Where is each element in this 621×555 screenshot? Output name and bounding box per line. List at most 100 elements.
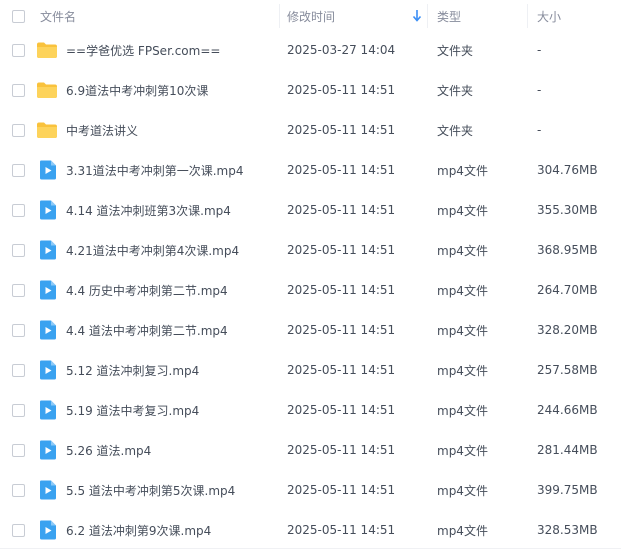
file-name[interactable]: 4.14 道法冲刺班第3次课.mp4 — [66, 202, 231, 219]
file-name-cell[interactable]: 5.26 道法.mp4 — [36, 430, 280, 470]
file-name[interactable]: 4.21道法中考冲刺第4次课.mp4 — [66, 242, 239, 259]
row-select[interactable] — [0, 430, 36, 470]
video-icon — [36, 320, 66, 340]
file-modified-time: 2025-05-11 14:51 — [287, 243, 396, 257]
table-row[interactable]: 5.12 道法冲刺复习.mp4 2025-05-11 14:51 mp4文件 2… — [0, 350, 621, 390]
file-name[interactable]: 5.26 道法.mp4 — [66, 442, 151, 459]
row-select[interactable] — [0, 150, 36, 190]
row-select[interactable] — [0, 350, 36, 390]
table-row[interactable]: ==学爸优选 FPSer.com== 2025-03-27 14:04 文件夹 … — [0, 30, 621, 70]
file-name-cell[interactable]: 3.31道法中考冲刺第一次课.mp4 — [36, 150, 280, 190]
file-type: mp4文件 — [437, 323, 488, 338]
table-row[interactable]: 4.21道法中考冲刺第4次课.mp4 2025-05-11 14:51 mp4文… — [0, 230, 621, 270]
file-name[interactable]: ==学爸优选 FPSer.com== — [66, 42, 220, 59]
row-select[interactable] — [0, 270, 36, 310]
file-type: mp4文件 — [437, 163, 488, 178]
row-select[interactable] — [0, 70, 36, 110]
table-row[interactable]: 5.19 道法中考复习.mp4 2025-05-11 14:51 mp4文件 2… — [0, 390, 621, 430]
file-name-cell[interactable]: 4.4 历史中考冲刺第二节.mp4 — [36, 270, 280, 310]
file-size: 304.76MB — [537, 163, 598, 177]
table-row[interactable]: 5.26 道法.mp4 2025-05-11 14:51 mp4文件 281.4… — [0, 430, 621, 470]
row-checkbox[interactable] — [12, 323, 25, 337]
row-checkbox[interactable] — [12, 403, 25, 417]
table-row[interactable]: 6.2 道法冲刺第9次课.mp4 2025-05-11 14:51 mp4文件 … — [0, 510, 621, 550]
file-modified-time: 2025-05-11 14:51 — [287, 283, 396, 297]
header-name[interactable]: 文件名 — [36, 0, 280, 32]
sort-down-icon[interactable] — [412, 9, 422, 23]
folder-icon — [36, 41, 66, 59]
file-name[interactable]: 5.5 道法中考冲刺第5次课.mp4 — [66, 482, 235, 499]
header-size[interactable]: 大小 — [528, 0, 621, 32]
video-icon — [36, 480, 66, 500]
row-checkbox[interactable] — [12, 123, 25, 137]
row-checkbox[interactable] — [12, 163, 25, 177]
table-row[interactable]: 5.5 道法中考冲刺第5次课.mp4 2025-05-11 14:51 mp4文… — [0, 470, 621, 510]
file-type: mp4文件 — [437, 403, 488, 418]
row-checkbox[interactable] — [12, 483, 25, 497]
file-name[interactable]: 中考道法讲义 — [66, 122, 138, 139]
file-size: 257.58MB — [537, 363, 598, 377]
file-name[interactable]: 4.4 历史中考冲刺第二节.mp4 — [66, 282, 228, 299]
header-type[interactable]: 类型 — [428, 0, 528, 32]
file-name[interactable]: 6.9道法中考冲刺第10次课 — [66, 82, 208, 99]
file-name-cell[interactable]: ==学爸优选 FPSer.com== — [36, 30, 280, 70]
file-name[interactable]: 6.2 道法冲刺第9次课.mp4 — [66, 522, 211, 539]
table-row[interactable]: 3.31道法中考冲刺第一次课.mp4 2025-05-11 14:51 mp4文… — [0, 150, 621, 190]
table-header: 文件名 修改时间 类型 大小 — [0, 0, 621, 32]
file-name-cell[interactable]: 4.4 道法中考冲刺第二节.mp4 — [36, 310, 280, 350]
file-type: mp4文件 — [437, 483, 488, 498]
row-select[interactable] — [0, 110, 36, 150]
table-row[interactable]: 6.9道法中考冲刺第10次课 2025-05-11 14:51 文件夹 - — [0, 70, 621, 110]
row-select[interactable] — [0, 230, 36, 270]
row-checkbox[interactable] — [12, 283, 25, 297]
row-select[interactable] — [0, 470, 36, 510]
file-list: 文件名 修改时间 类型 大小 ==学爸优选 FPSer.com== 2025-0… — [0, 0, 621, 555]
header-time[interactable]: 修改时间 — [280, 0, 428, 32]
file-name-cell[interactable]: 5.12 道法冲刺复习.mp4 — [36, 350, 280, 390]
table-row[interactable]: 中考道法讲义 2025-05-11 14:51 文件夹 - — [0, 110, 621, 150]
file-size: 399.75MB — [537, 483, 598, 497]
select-all-checkbox[interactable] — [12, 9, 25, 23]
row-checkbox[interactable] — [12, 523, 25, 537]
file-name-cell[interactable]: 4.14 道法冲刺班第3次课.mp4 — [36, 190, 280, 230]
file-name[interactable]: 5.19 道法中考复习.mp4 — [66, 402, 199, 419]
file-name-cell[interactable]: 4.21道法中考冲刺第4次课.mp4 — [36, 230, 280, 270]
row-select[interactable] — [0, 390, 36, 430]
row-select[interactable] — [0, 30, 36, 70]
header-type-label: 类型 — [437, 9, 462, 24]
file-name-cell[interactable]: 6.9道法中考冲刺第10次课 — [36, 70, 280, 110]
file-type: mp4文件 — [437, 363, 488, 378]
video-icon — [36, 360, 66, 380]
file-type: mp4文件 — [437, 283, 488, 298]
file-name-cell[interactable]: 5.5 道法中考冲刺第5次课.mp4 — [36, 470, 280, 510]
table-row[interactable]: 4.4 历史中考冲刺第二节.mp4 2025-05-11 14:51 mp4文件… — [0, 270, 621, 310]
file-modified-time: 2025-03-27 14:04 — [287, 43, 396, 57]
file-type: 文件夹 — [437, 43, 474, 58]
file-name-cell[interactable]: 中考道法讲义 — [36, 110, 280, 150]
row-checkbox[interactable] — [12, 443, 25, 457]
file-size: - — [537, 83, 542, 97]
header-time-label: 修改时间 — [287, 9, 336, 24]
file-name-cell[interactable]: 6.2 道法冲刺第9次课.mp4 — [36, 510, 280, 550]
row-checkbox[interactable] — [12, 363, 25, 377]
row-select[interactable] — [0, 510, 36, 550]
file-type: 文件夹 — [437, 83, 474, 98]
file-modified-time: 2025-05-11 14:51 — [287, 443, 396, 457]
file-size: 244.66MB — [537, 403, 598, 417]
file-size: - — [537, 43, 542, 57]
file-name-cell[interactable]: 5.19 道法中考复习.mp4 — [36, 390, 280, 430]
row-checkbox[interactable] — [12, 83, 25, 97]
row-select[interactable] — [0, 190, 36, 230]
table-row[interactable]: 4.14 道法冲刺班第3次课.mp4 2025-05-11 14:51 mp4文… — [0, 190, 621, 230]
header-size-label: 大小 — [537, 9, 562, 24]
row-select[interactable] — [0, 310, 36, 350]
table-row[interactable]: 4.4 道法中考冲刺第二节.mp4 2025-05-11 14:51 mp4文件… — [0, 310, 621, 350]
file-name[interactable]: 5.12 道法冲刺复习.mp4 — [66, 362, 199, 379]
file-name[interactable]: 3.31道法中考冲刺第一次课.mp4 — [66, 162, 243, 179]
file-name[interactable]: 4.4 道法中考冲刺第二节.mp4 — [66, 322, 228, 339]
row-checkbox[interactable] — [12, 43, 25, 57]
file-modified-time: 2025-05-11 14:51 — [287, 483, 396, 497]
row-checkbox[interactable] — [12, 203, 25, 217]
header-select-all[interactable] — [0, 0, 36, 32]
row-checkbox[interactable] — [12, 243, 25, 257]
